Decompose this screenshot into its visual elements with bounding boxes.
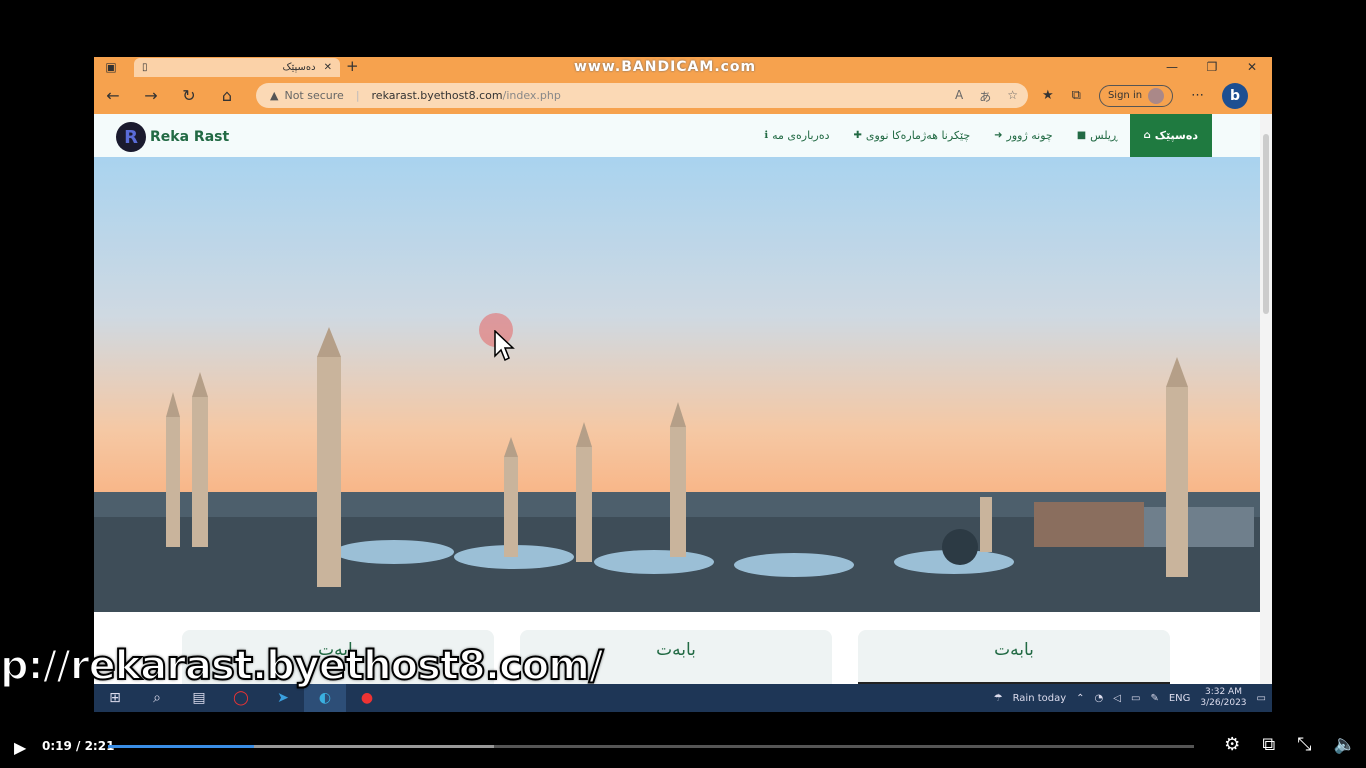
menu-label: دەربارەی مە bbox=[772, 129, 830, 142]
address-separator: | bbox=[355, 89, 360, 102]
window-controls: — ❐ ✕ bbox=[1152, 57, 1272, 77]
new-tab-button[interactable]: + bbox=[346, 57, 359, 75]
sign-in-icon: ➜ bbox=[994, 130, 1003, 141]
website: R Reka Rast ℹ دەربارەی مە ✚ چێکرنا هەژمارە… bbox=[94, 114, 1260, 690]
page-scrollbar[interactable] bbox=[1260, 114, 1272, 684]
player-controls: ▶ 0:19 / 2:21 ⚙ ⧉ ⤡ 🔈 bbox=[0, 724, 1366, 768]
tab-title: دەسپێک bbox=[282, 62, 316, 73]
video-icon: ■ bbox=[1076, 130, 1087, 141]
mouse-cursor-icon bbox=[494, 330, 515, 362]
notifications-icon[interactable]: ▭ bbox=[1257, 693, 1266, 704]
logo-mark: R bbox=[116, 122, 146, 152]
browser-titlebar: ▣ ▯ دەسپێک ✕ + www.BANDICAM.com — ❐ ✕ bbox=[94, 57, 1272, 77]
exit-fullscreen-icon[interactable]: ⤡ bbox=[1297, 734, 1311, 755]
address-bar-icons: A あ ☆ bbox=[955, 88, 1018, 105]
not-secure-label: Not secure bbox=[284, 89, 344, 102]
menu-item-register[interactable]: ✚ چێکرنا هەژمارەکا نووی bbox=[841, 114, 982, 157]
menu-item-about[interactable]: ℹ دەربارەی مە bbox=[752, 114, 841, 157]
restore-icon[interactable]: ❐ bbox=[1192, 57, 1232, 77]
menu-label: چێکرنا هەژمارەکا نووی bbox=[865, 129, 971, 142]
system-tray: ☂ Rain today ⌃ ◔ ◁ ▭ ✎ ENG 3:32 AM 3/26/2… bbox=[994, 684, 1266, 712]
workspaces-icon[interactable]: ▣ bbox=[94, 57, 128, 77]
recorded-screen: ▣ ▯ دەسپێک ✕ + www.BANDICAM.com — ❐ ✕ ← … bbox=[94, 57, 1272, 712]
menu-item-login[interactable]: ➜ چونە ژوور bbox=[982, 114, 1065, 157]
more-icon[interactable]: ⋯ bbox=[1191, 88, 1204, 103]
favorite-icon[interactable]: ☆ bbox=[1007, 88, 1018, 105]
forward-icon[interactable]: → bbox=[132, 86, 170, 105]
article-card[interactable]: بابەت bbox=[858, 630, 1170, 690]
close-window-icon[interactable]: ✕ bbox=[1232, 57, 1272, 77]
translate-icon[interactable]: あ bbox=[979, 88, 991, 105]
player-buttons: ⚙ ⧉ ⤡ 🔈 bbox=[1224, 734, 1356, 755]
scrollbar-thumb[interactable] bbox=[1263, 134, 1269, 314]
battery-icon[interactable]: ▭ bbox=[1131, 693, 1140, 704]
menu-item-reels[interactable]: ■ ڕیلس bbox=[1065, 114, 1130, 157]
weather-text[interactable]: Rain today bbox=[1013, 693, 1067, 704]
video-player: ▣ ▯ دەسپێک ✕ + www.BANDICAM.com — ❐ ✕ ← … bbox=[0, 0, 1366, 768]
volume-icon[interactable]: 🔈 bbox=[1334, 734, 1356, 755]
close-tab-icon[interactable]: ✕ bbox=[324, 62, 332, 73]
home-icon: ⌂ bbox=[1143, 130, 1151, 141]
brand-name: Reka Rast bbox=[150, 129, 230, 145]
reload-icon[interactable]: ↻ bbox=[170, 86, 208, 105]
info-icon: ℹ bbox=[764, 130, 769, 141]
picture-in-picture-icon[interactable]: ⧉ bbox=[1262, 734, 1275, 755]
url-caption-overlay: p://rekarast.byethost8.com/ bbox=[0, 642, 604, 690]
progress-bar[interactable] bbox=[108, 745, 1194, 748]
collections-icon[interactable]: ⧉ bbox=[1072, 88, 1081, 103]
url-path: /index.php bbox=[502, 89, 561, 102]
volume-icon[interactable]: ◁ bbox=[1113, 693, 1121, 704]
played-bar bbox=[108, 745, 254, 748]
url-host: rekarast.byethost8.com bbox=[371, 89, 503, 102]
site-menu: ℹ دەربارەی مە ✚ چێکرنا هەژمارەکا نووی ➜ چون… bbox=[752, 114, 1212, 157]
browser-toolbar: ← → ↻ ⌂ ▲ Not secure | rekarast.byethost… bbox=[94, 77, 1272, 114]
menu-item-home[interactable]: ⌂ دەسپێک bbox=[1129, 114, 1212, 157]
language-indicator[interactable]: ENG bbox=[1169, 693, 1191, 704]
menu-label: ڕیلس bbox=[1090, 129, 1118, 142]
user-plus-icon: ✚ bbox=[853, 130, 862, 141]
menu-label: چونە ژوور bbox=[1006, 129, 1053, 142]
card-title: بابەت bbox=[994, 640, 1034, 660]
hero-image bbox=[94, 157, 1260, 612]
site-logo[interactable]: R Reka Rast bbox=[116, 122, 229, 152]
browser-tools: ★ ⧉ Sign in ⋯ b bbox=[1042, 77, 1249, 114]
play-icon[interactable]: ▶ bbox=[14, 738, 26, 757]
clock[interactable]: 3:32 AM 3/26/2023 bbox=[1200, 687, 1246, 709]
minimize-icon[interactable]: — bbox=[1152, 57, 1192, 77]
tray-chevron-icon[interactable]: ⌃ bbox=[1076, 693, 1084, 704]
time-display: 0:19 / 2:21 bbox=[42, 739, 115, 753]
menu-label: دەسپێک bbox=[1154, 129, 1198, 142]
clock-time: 3:32 AM bbox=[1204, 687, 1242, 697]
clock-date: 3/26/2023 bbox=[1200, 698, 1247, 708]
network-icon[interactable]: ◔ bbox=[1095, 693, 1104, 704]
sign-in-button[interactable]: Sign in bbox=[1098, 84, 1174, 107]
pen-icon[interactable]: ✎ bbox=[1150, 693, 1158, 704]
mosque-skyline bbox=[94, 327, 1260, 612]
card-title: بابەت bbox=[656, 640, 696, 660]
weather-icon: ☂ bbox=[993, 692, 1003, 704]
avatar bbox=[1148, 87, 1165, 104]
site-navbar: R Reka Rast ℹ دەربارەی مە ✚ چێکرنا هەژمارە… bbox=[94, 114, 1260, 157]
home-icon[interactable]: ⌂ bbox=[208, 86, 246, 105]
address-bar[interactable]: ▲ Not secure | rekarast.byethost8.com/in… bbox=[256, 83, 1028, 108]
sign-in-label: Sign in bbox=[1107, 90, 1143, 101]
favorites-icon[interactable]: ★ bbox=[1042, 88, 1054, 103]
bing-icon[interactable]: b bbox=[1222, 82, 1249, 109]
recorder-watermark: www.BANDICAM.com bbox=[574, 59, 757, 75]
browser-tab[interactable]: ▯ دەسپێک ✕ bbox=[134, 58, 340, 77]
settings-icon[interactable]: ⚙ bbox=[1224, 734, 1240, 755]
read-aloud-icon[interactable]: A bbox=[955, 88, 963, 105]
url-text: rekarast.byethost8.com/index.php bbox=[372, 89, 561, 102]
warning-icon: ▲ bbox=[270, 89, 279, 102]
back-icon[interactable]: ← bbox=[94, 86, 132, 105]
